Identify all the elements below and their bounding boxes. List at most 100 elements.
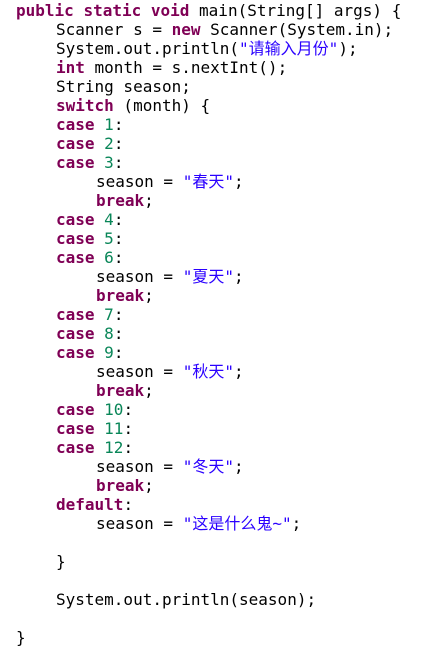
code-line: case 9: bbox=[56, 343, 123, 362]
code-text: : bbox=[123, 400, 134, 419]
number-literal: 5 bbox=[104, 229, 114, 248]
code-text: : bbox=[113, 153, 124, 172]
code-text: season = bbox=[96, 362, 183, 381]
keyword-token: break bbox=[96, 286, 145, 305]
code-line: case 7: bbox=[56, 305, 123, 324]
code-text: ; bbox=[144, 476, 154, 495]
code-text: ; bbox=[144, 286, 154, 305]
code-line: case 12: bbox=[56, 438, 133, 457]
code-text: : bbox=[113, 305, 124, 324]
keyword-token: case bbox=[56, 210, 95, 229]
keyword-token: case bbox=[56, 400, 95, 419]
keyword-token: break bbox=[96, 191, 145, 210]
code-line: break; bbox=[96, 191, 154, 210]
code-line: default: bbox=[56, 495, 133, 514]
code-line: public static void main(String[] args) { bbox=[16, 1, 401, 20]
keyword-token: case bbox=[56, 153, 95, 172]
code-line: case 5: bbox=[56, 229, 123, 248]
keyword-token: case bbox=[56, 343, 95, 362]
code-text: ; bbox=[144, 191, 154, 210]
number-literal: 8 bbox=[104, 324, 114, 343]
keyword-token: static bbox=[83, 1, 142, 20]
code-line: case 2: bbox=[56, 134, 123, 153]
number-literal: 6 bbox=[104, 248, 114, 267]
code-line: String season; bbox=[56, 77, 191, 96]
number-literal: 9 bbox=[104, 343, 114, 362]
code-text: } bbox=[56, 552, 66, 571]
code-line: season = "夏天"; bbox=[96, 267, 244, 286]
string-literal: "夏天" bbox=[182, 267, 234, 286]
code-line: case 6: bbox=[56, 248, 123, 267]
code-text: : bbox=[123, 438, 134, 457]
code-line: season = "这是什么鬼~"; bbox=[96, 514, 301, 533]
code-text: ; bbox=[233, 172, 244, 191]
number-literal: 3 bbox=[104, 153, 114, 172]
code-line: System.out.println("请输入月份"); bbox=[56, 39, 358, 58]
code-text: String season; bbox=[56, 77, 191, 96]
code-text: : bbox=[113, 134, 124, 153]
string-literal: "这是什么鬼~" bbox=[182, 514, 292, 533]
keyword-token: public bbox=[16, 1, 74, 20]
number-literal: 1 bbox=[104, 115, 114, 134]
code-text: : bbox=[113, 229, 124, 248]
code-line: case 8: bbox=[56, 324, 123, 343]
code-text: ; bbox=[233, 267, 244, 286]
keyword-token: case bbox=[56, 229, 95, 248]
keyword-token: case bbox=[56, 115, 95, 134]
keyword-token: case bbox=[56, 248, 95, 267]
keyword-token: case bbox=[56, 438, 95, 457]
number-literal: 12 bbox=[104, 438, 124, 457]
code-editor[interactable]: public static void main(String[] args) {… bbox=[0, 0, 436, 652]
code-text: : bbox=[113, 210, 124, 229]
code-line: break; bbox=[96, 476, 154, 495]
code-text: season = bbox=[96, 514, 183, 533]
code-line: case 3: bbox=[56, 153, 123, 172]
keyword-token: int bbox=[56, 58, 85, 77]
keyword-token: break bbox=[96, 381, 145, 400]
code-text: month = s.nextInt(); bbox=[84, 58, 288, 77]
code-line: season = "秋天"; bbox=[96, 362, 244, 381]
string-literal: "请输入月份" bbox=[239, 39, 339, 58]
code-text: season = bbox=[96, 457, 183, 476]
keyword-token: void bbox=[150, 1, 190, 20]
code-text: : bbox=[113, 115, 124, 134]
keyword-token: case bbox=[56, 305, 95, 324]
code-text: System.out.println( bbox=[56, 39, 240, 58]
code-line: season = "春天"; bbox=[96, 172, 244, 191]
keyword-token: switch bbox=[56, 96, 114, 115]
code-text: main(String[] args) { bbox=[189, 1, 402, 20]
keyword-token: case bbox=[56, 419, 95, 438]
code-line: break; bbox=[96, 381, 154, 400]
number-literal: 11 bbox=[104, 419, 124, 438]
code-text: : bbox=[123, 419, 134, 438]
string-literal: "秋天" bbox=[182, 362, 234, 381]
keyword-token: default bbox=[56, 495, 124, 514]
code-text: ; bbox=[144, 381, 154, 400]
code-text: : bbox=[113, 324, 124, 343]
code-text: : bbox=[123, 495, 134, 514]
code-line: case 4: bbox=[56, 210, 123, 229]
code-text: : bbox=[113, 343, 124, 362]
code-text: season = bbox=[96, 267, 183, 286]
code-line: int month = s.nextInt(); bbox=[56, 58, 287, 77]
number-literal: 4 bbox=[104, 210, 114, 229]
code-text: ; bbox=[233, 362, 244, 381]
number-literal: 10 bbox=[104, 400, 124, 419]
code-line: Scanner s = new Scanner(System.in); bbox=[56, 20, 393, 39]
keyword-token: new bbox=[171, 20, 201, 39]
keyword-token: case bbox=[56, 324, 95, 343]
code-line: case 1: bbox=[56, 115, 123, 134]
string-literal: "春天" bbox=[182, 172, 234, 191]
code-text: ; bbox=[291, 514, 302, 533]
code-text: ); bbox=[338, 39, 358, 58]
